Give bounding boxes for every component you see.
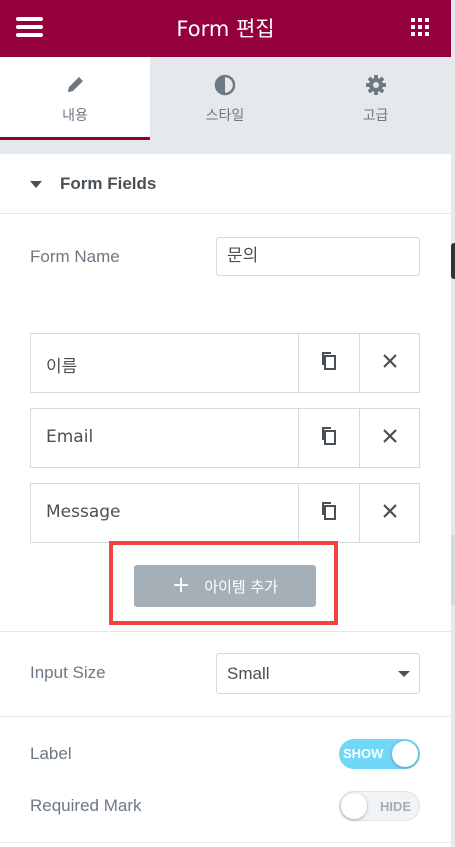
- copy-icon: [320, 351, 338, 376]
- input-size-label: Input Size: [30, 663, 106, 682]
- copy-icon: [320, 501, 338, 526]
- input-size-select[interactable]: Small: [216, 653, 420, 694]
- switch-knob: [341, 793, 367, 819]
- pencil-icon: [0, 74, 150, 96]
- label-toggle-switch[interactable]: SHOW: [339, 739, 420, 769]
- required-mark-switch[interactable]: HIDE: [339, 791, 420, 821]
- tab-label: 스타일: [205, 108, 245, 124]
- close-icon: [382, 353, 398, 374]
- chevron-down-icon: [398, 671, 410, 677]
- plus-icon: +: [171, 573, 191, 598]
- duplicate-button[interactable]: [298, 334, 359, 392]
- tab-advanced[interactable]: 고급: [300, 57, 451, 140]
- panel-resize-edge[interactable]: [451, 0, 455, 847]
- divider: [0, 631, 451, 632]
- select-value: Small: [227, 664, 270, 683]
- copy-icon: [320, 426, 338, 451]
- duplicate-button[interactable]: [298, 409, 359, 467]
- form-name-label: Form Name: [30, 247, 120, 266]
- add-item-button[interactable]: + 아이템 추가: [134, 565, 316, 607]
- divider: [0, 716, 451, 717]
- repeater-item-title[interactable]: 이름: [46, 352, 77, 377]
- section-toggle-form-fields[interactable]: Form Fields: [0, 154, 451, 214]
- switch-state: SHOW: [343, 746, 384, 761]
- label-toggle-label: Label: [30, 744, 72, 763]
- tab-gap: [0, 140, 451, 154]
- panel-header: Form 편집: [0, 0, 451, 57]
- tab-label: 고급: [362, 108, 389, 124]
- close-icon: [382, 503, 398, 524]
- edge-scrollbar[interactable]: [451, 535, 455, 605]
- switch-knob: [392, 741, 418, 767]
- form-name-input[interactable]: 문의: [216, 237, 420, 276]
- switch-state: HIDE: [379, 799, 411, 814]
- tab-label: 내용: [62, 108, 88, 124]
- repeater-item: 이름: [30, 333, 420, 393]
- add-item-label: 아이템 추가: [204, 577, 279, 596]
- repeater-item: Email: [30, 408, 420, 468]
- panel-title: Form 편집: [176, 17, 275, 41]
- tab-content[interactable]: 내용: [0, 57, 150, 140]
- caret-down-icon: [30, 181, 42, 188]
- remove-button[interactable]: [359, 484, 420, 542]
- contrast-icon: [150, 74, 300, 96]
- repeater-item-title[interactable]: Email: [46, 427, 93, 447]
- edge-handle[interactable]: [451, 243, 455, 279]
- section-title: Form Fields: [60, 174, 157, 193]
- repeater-item: Message: [30, 483, 420, 543]
- gear-icon: [300, 74, 451, 96]
- panel-tabs: 내용 스타일 고급: [0, 57, 451, 140]
- remove-button[interactable]: [359, 409, 420, 467]
- divider: [0, 842, 451, 843]
- editor-panel: Form 편집 내용 스타일 고급 Form Fields Form Name …: [0, 0, 451, 847]
- remove-button[interactable]: [359, 334, 420, 392]
- required-mark-label: Required Mark: [30, 796, 142, 815]
- repeater-item-title[interactable]: Message: [46, 502, 121, 522]
- widgets-grid-icon[interactable]: [411, 18, 429, 36]
- close-icon: [382, 428, 398, 449]
- tab-style[interactable]: 스타일: [150, 57, 300, 140]
- duplicate-button[interactable]: [298, 484, 359, 542]
